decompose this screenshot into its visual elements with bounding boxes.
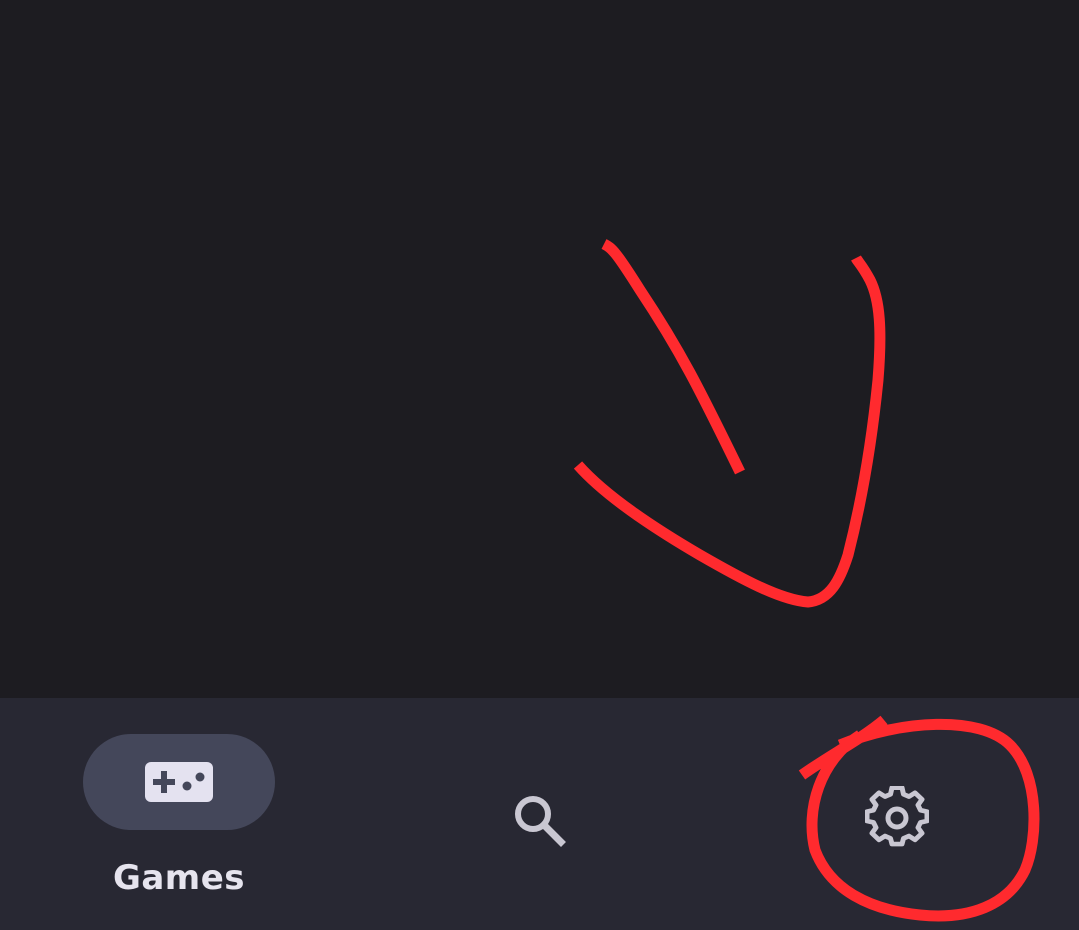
selected-indicator-pill[interactable] xyxy=(83,734,275,830)
bottom-navigation-bar: Games xyxy=(0,698,1079,930)
content-area xyxy=(0,0,1079,698)
nav-item-search[interactable] xyxy=(389,698,689,930)
nav-item-settings[interactable] xyxy=(749,698,1049,930)
nav-item-games[interactable]: Games xyxy=(29,698,329,930)
gear-icon[interactable] xyxy=(864,785,930,850)
nav-label-games: Games xyxy=(112,858,246,898)
app-screen: Games xyxy=(0,0,1079,930)
gamepad-icon xyxy=(145,762,213,802)
search-icon[interactable] xyxy=(509,790,569,850)
